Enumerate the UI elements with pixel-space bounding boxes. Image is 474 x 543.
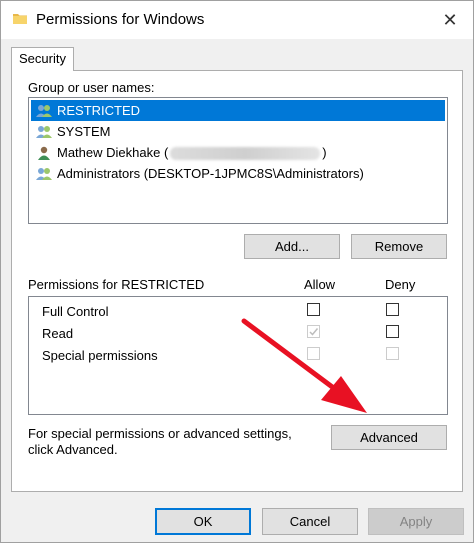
advanced-hint-line1: For special permissions or advanced sett… — [28, 426, 292, 441]
permission-name-full-control: Full Control — [42, 304, 109, 319]
permissions-dialog: Permissions for Windows ✕ Security Group… — [0, 0, 474, 543]
redacted-email — [170, 147, 321, 161]
permission-name-read: Read — [42, 326, 74, 341]
tab-security[interactable]: Security — [11, 47, 74, 71]
user-icon — [38, 146, 50, 160]
advanced-hint-line2: click Advanced. — [28, 442, 118, 457]
user-name-suffix: ) — [322, 144, 327, 160]
cancel-button[interactable]: Cancel — [262, 508, 358, 535]
list-item-label: SYSTEM — [57, 124, 111, 139]
checkmark-icon — [309, 328, 319, 336]
window-title: Permissions for Windows — [36, 11, 205, 28]
list-item-administrators[interactable]: Administrators (DESKTOP-1JPMC8S\Administ… — [31, 163, 445, 184]
close-icon: ✕ — [442, 9, 458, 30]
advanced-button[interactable]: Advanced — [331, 425, 447, 450]
users-group-icon — [36, 125, 52, 138]
read-allow-checkbox — [307, 325, 320, 338]
add-button[interactable]: Add... — [244, 234, 340, 259]
special-permissions-deny-checkbox — [386, 347, 399, 360]
ok-button[interactable]: OK — [155, 508, 251, 535]
special-permissions-allow-checkbox — [307, 347, 320, 360]
title-bar: Permissions for Windows ✕ — [1, 1, 473, 39]
read-deny-checkbox[interactable] — [386, 325, 399, 338]
group-or-user-names-label: Group or user names: — [28, 80, 155, 95]
full-control-allow-checkbox[interactable] — [307, 303, 320, 316]
list-item-mathew-diekhake[interactable]: Mathew Diekhake () — [31, 142, 445, 163]
allow-column-header: Allow — [304, 277, 336, 292]
deny-column-header: Deny — [385, 277, 416, 292]
list-item-restricted[interactable]: RESTRICTED — [31, 100, 445, 121]
list-item-label: Mathew Diekhake () — [57, 144, 327, 161]
apply-button: Apply — [368, 508, 464, 535]
permission-name-special-permissions: Special permissions — [42, 348, 158, 363]
full-control-deny-checkbox[interactable] — [386, 303, 399, 316]
users-group-icon — [36, 167, 52, 180]
permissions-for-label: Permissions for RESTRICTED — [28, 277, 205, 292]
folder-icon — [13, 14, 27, 24]
remove-button[interactable]: Remove — [351, 234, 447, 259]
group-user-listbox[interactable]: RESTRICTED SYSTEM Mathew Diekhake () Adm… — [28, 97, 448, 224]
user-name-prefix: Mathew Diekhake ( — [57, 144, 169, 160]
close-button[interactable]: ✕ — [427, 1, 473, 39]
list-item-label: RESTRICTED — [57, 103, 141, 118]
users-group-icon — [36, 104, 52, 117]
list-item-label: Administrators (DESKTOP-1JPMC8S\Administ… — [57, 166, 364, 181]
list-item-system[interactable]: SYSTEM — [31, 121, 445, 142]
